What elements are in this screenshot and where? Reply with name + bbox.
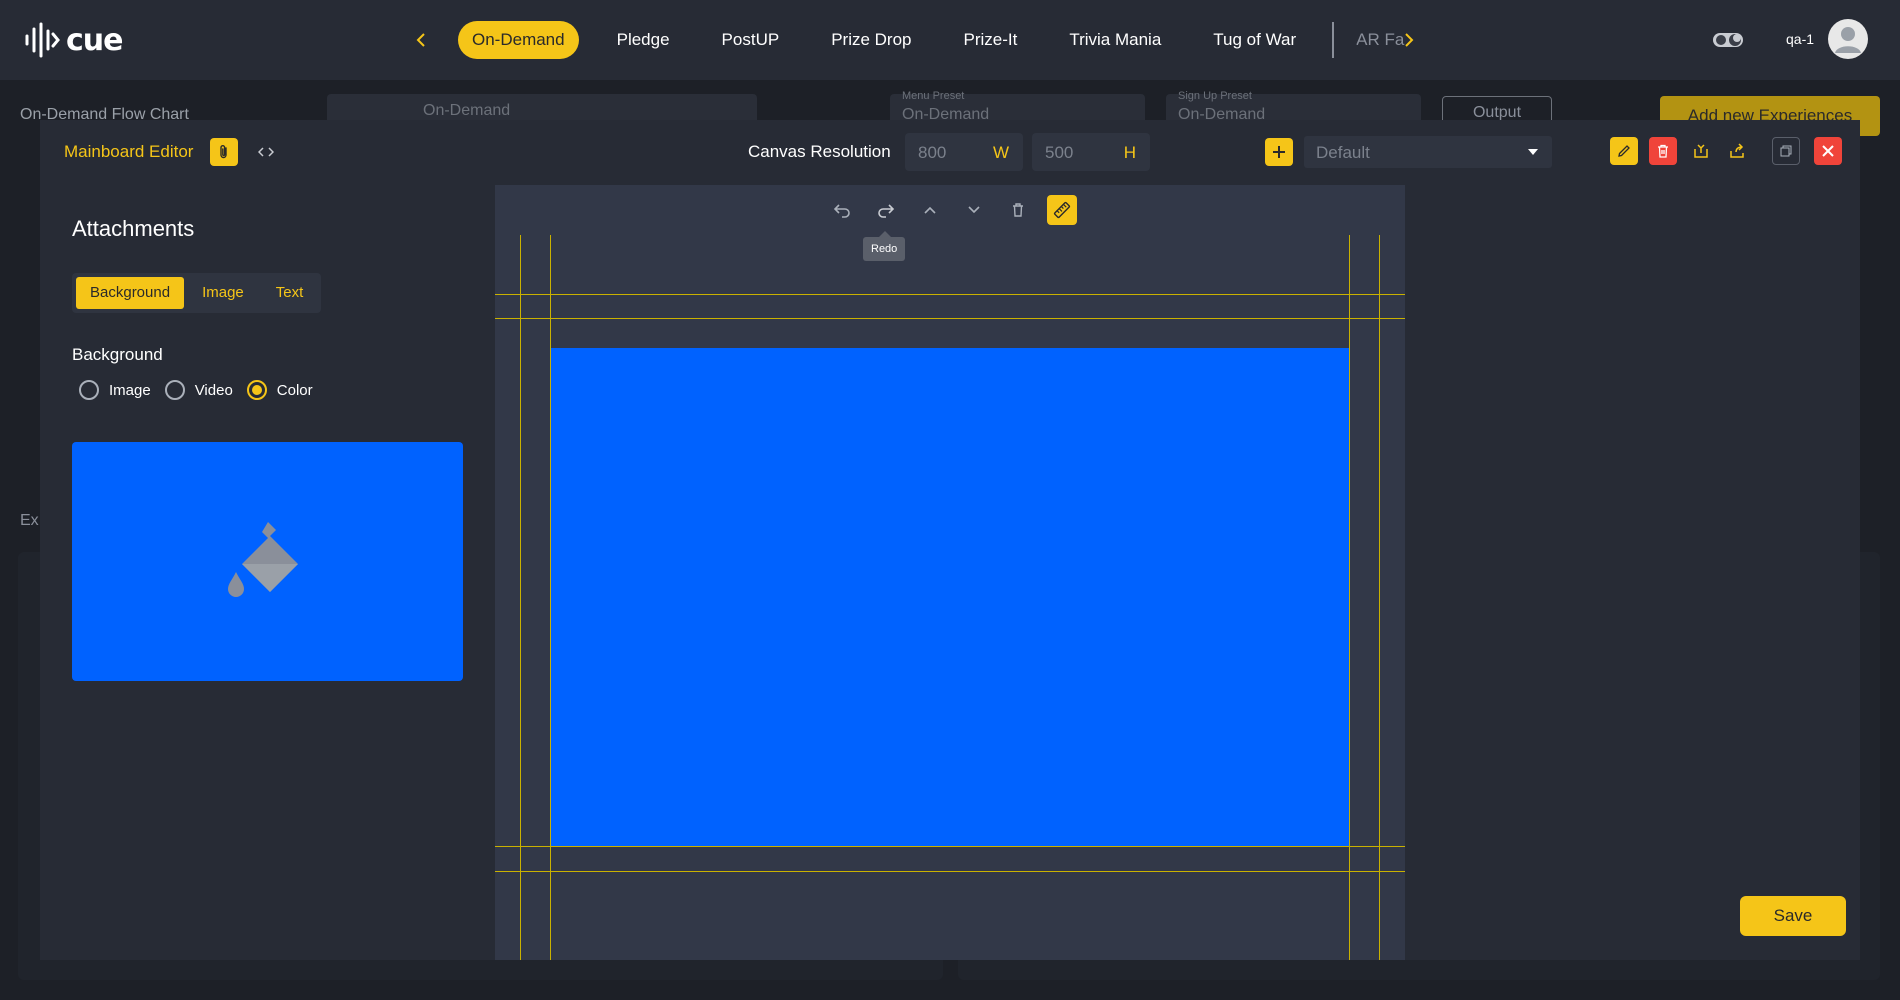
delete-element-button[interactable] xyxy=(1003,195,1033,225)
tab-prize-it[interactable]: Prize-It xyxy=(950,21,1032,59)
ruler-button[interactable] xyxy=(1047,195,1077,225)
preset-select[interactable]: Default xyxy=(1304,136,1552,168)
flow-select[interactable]: On-Demand xyxy=(423,102,510,120)
tab-trivia-mania[interactable]: Trivia Mania xyxy=(1055,21,1175,59)
signup-preset-label: Sign Up Preset xyxy=(1178,90,1252,102)
soundwave-logo-icon xyxy=(25,22,60,58)
close-button[interactable] xyxy=(1814,137,1842,165)
radio-video-circle[interactable] xyxy=(164,380,185,400)
minimize-button[interactable] xyxy=(1772,137,1800,165)
experiences-label: Ex xyxy=(20,512,39,529)
menu-preset-label: Menu Preset xyxy=(902,90,965,102)
radio-image-circle[interactable] xyxy=(79,380,99,400)
guide-line xyxy=(495,846,1405,847)
theme-toggle-icon[interactable] xyxy=(1712,30,1744,50)
nav-next-arrow[interactable] xyxy=(1394,26,1422,54)
code-view-button[interactable] xyxy=(252,138,280,166)
attachment-type-tabs: Background Image Text xyxy=(72,273,322,313)
canvas-height-input[interactable]: 500 H xyxy=(1032,133,1150,171)
caret-down-icon xyxy=(1528,149,1538,155)
guide-line xyxy=(1379,235,1380,960)
background-type-radio-group: Image Video Color xyxy=(79,380,327,400)
experience-tabs: On-Demand Pledge PostUP Prize Drop Prize… xyxy=(458,21,1416,59)
undo-icon xyxy=(833,204,850,218)
radio-video[interactable]: Video xyxy=(164,380,233,400)
close-icon xyxy=(1822,145,1834,157)
canvas-height-value: 500 xyxy=(1045,143,1074,162)
tab-background[interactable]: Background xyxy=(76,277,185,309)
code-icon xyxy=(258,147,274,157)
user-name: qa-1 xyxy=(1786,31,1815,47)
guide-line xyxy=(1349,235,1350,960)
plus-icon xyxy=(1273,146,1285,158)
window-restore-icon xyxy=(1780,145,1792,157)
canvas-width-input[interactable]: 800 W xyxy=(905,133,1023,171)
save-button[interactable]: Save xyxy=(1740,896,1846,936)
height-unit-label: H xyxy=(1123,143,1136,162)
canvas-width-value: 800 xyxy=(918,143,947,162)
chevron-up-icon xyxy=(924,206,936,214)
mainboard-canvas[interactable] xyxy=(551,348,1349,846)
radio-video-label: Video xyxy=(194,381,233,399)
background-color-picker[interactable] xyxy=(72,442,463,681)
tab-on-demand[interactable]: On-Demand xyxy=(458,21,579,59)
radio-color[interactable]: Color xyxy=(246,380,313,400)
canvas-resolution-label: Canvas Resolution xyxy=(748,142,891,161)
chevron-down-icon xyxy=(968,206,980,214)
tab-postup[interactable]: PostUP xyxy=(708,21,794,59)
tab-tug-of-war[interactable]: Tug of War xyxy=(1199,21,1310,59)
tab-prize-drop[interactable]: Prize Drop xyxy=(817,21,925,59)
modal-title: Mainboard Editor xyxy=(64,142,194,161)
guide-line xyxy=(495,294,1405,295)
radio-color-label: Color xyxy=(276,381,313,399)
delete-button[interactable] xyxy=(1649,137,1677,165)
logo-text: cue xyxy=(66,22,123,58)
trash-icon xyxy=(1658,144,1668,158)
redo-button[interactable] xyxy=(871,195,901,225)
tab-image[interactable]: Image xyxy=(188,277,258,309)
width-unit-label: W xyxy=(992,143,1009,162)
tab-text[interactable]: Text xyxy=(262,277,318,309)
canvas-editor-area: Redo xyxy=(495,185,1405,960)
tab-pledge[interactable]: Pledge xyxy=(603,21,684,59)
import-button[interactable] xyxy=(1687,137,1715,165)
nav-prev-arrow[interactable] xyxy=(408,26,436,54)
cue-logo[interactable]: cue xyxy=(24,20,123,60)
user-icon xyxy=(1835,27,1861,53)
top-navigation-bar: cue On-Demand Pledge PostUP Prize Drop P… xyxy=(0,0,1900,80)
share-button[interactable] xyxy=(1723,137,1751,165)
share-icon xyxy=(1730,143,1744,158)
nav-divider xyxy=(1332,22,1335,58)
radio-color-circle[interactable] xyxy=(246,380,267,400)
chevron-left-icon xyxy=(416,33,425,47)
avatar[interactable] xyxy=(1828,19,1868,59)
paint-bucket-icon xyxy=(227,521,298,597)
attachments-toggle-button[interactable] xyxy=(210,138,238,166)
paperclip-icon xyxy=(220,145,227,159)
trash-icon xyxy=(1013,203,1023,217)
radio-image-label: Image xyxy=(109,381,151,399)
import-icon xyxy=(1694,144,1708,158)
mainboard-editor-modal: Mainboard Editor Canvas Resolution 800 W… xyxy=(40,120,1860,960)
radio-image[interactable]: Image xyxy=(79,380,151,400)
guide-line xyxy=(495,318,1405,319)
redo-tooltip: Redo xyxy=(863,231,906,261)
background-section-label: Background xyxy=(72,345,163,364)
preset-select-value: Default xyxy=(1316,143,1370,162)
attachments-heading: Attachments xyxy=(72,216,195,241)
edit-button[interactable] xyxy=(1610,137,1638,165)
guide-line xyxy=(520,235,521,960)
undo-button[interactable] xyxy=(827,195,857,225)
pencil-icon xyxy=(1618,145,1630,157)
chevron-right-icon xyxy=(1405,33,1414,47)
redo-icon xyxy=(878,204,895,218)
ruler-icon xyxy=(1053,201,1071,219)
add-preset-button[interactable] xyxy=(1265,138,1293,166)
canvas-toolbar xyxy=(827,195,1077,225)
move-up-button[interactable] xyxy=(915,195,945,225)
guide-line xyxy=(495,871,1405,872)
move-down-button[interactable] xyxy=(959,195,989,225)
